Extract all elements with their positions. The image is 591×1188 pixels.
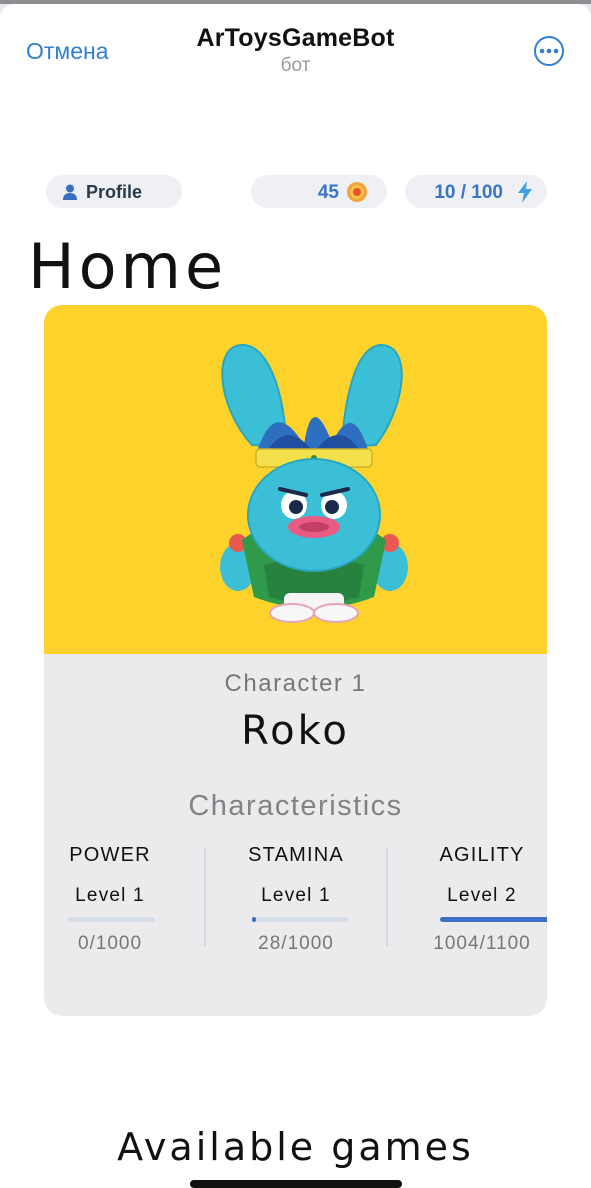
user-icon (63, 184, 77, 200)
stat-power: POWER Level 1 0/1000 (44, 844, 190, 955)
stat-level: Level 1 (261, 885, 331, 906)
app-title: ArToysGameBot (196, 24, 395, 52)
page-title: Home (28, 230, 228, 303)
character-card[interactable]: Character 1 Roko Characteristics POWER L… (44, 305, 547, 1016)
app-subtitle: бот (280, 55, 311, 76)
stat-progress-bar (68, 917, 155, 922)
stat-progress-fill (252, 917, 256, 922)
stat-stamina: STAMINA Level 1 28/1000 (216, 844, 376, 955)
stat-name: STAMINA (248, 844, 344, 866)
character-name: Roko (241, 708, 350, 754)
character-illustration (220, 343, 408, 623)
stat-value: 1004/1100 (433, 933, 531, 954)
stat-agility: AGILITY Level 2 1004/1100 (402, 844, 547, 955)
character-image (44, 305, 547, 654)
home-indicator (190, 1180, 402, 1188)
coins-count: 45 (317, 182, 339, 203)
profile-label: Profile (86, 182, 143, 202)
mini-app-sheet: Отмена ArToysGameBot бот Profile 45 10 /… (0, 4, 591, 1188)
coins-badge: 45 (251, 175, 387, 208)
more-icon (539, 48, 559, 54)
coin-icon (347, 182, 367, 202)
stat-level: Level 2 (447, 885, 517, 906)
energy-count: 10 / 100 (434, 182, 503, 203)
stat-progress-bar (252, 917, 348, 922)
header-title-block: ArToysGameBot бот (0, 24, 591, 77)
stat-value: 0/1000 (77, 933, 143, 954)
stat-value: 28/1000 (258, 933, 334, 954)
stat-name: AGILITY (439, 844, 525, 866)
stat-progress-bar (440, 917, 547, 922)
more-button[interactable] (534, 36, 564, 66)
stat-divider (204, 848, 206, 946)
available-games-heading: Available games (117, 1125, 474, 1169)
stat-name: POWER (69, 844, 151, 866)
stat-divider (386, 848, 388, 946)
energy-badge: 10 / 100 (405, 175, 547, 208)
characteristics-heading: Characteristics (188, 790, 403, 822)
lightning-icon (518, 181, 532, 203)
profile-button[interactable]: Profile (46, 175, 182, 208)
stat-level: Level 1 (75, 885, 145, 906)
stat-progress-fill (440, 917, 547, 922)
character-index: Character 1 (224, 670, 367, 697)
